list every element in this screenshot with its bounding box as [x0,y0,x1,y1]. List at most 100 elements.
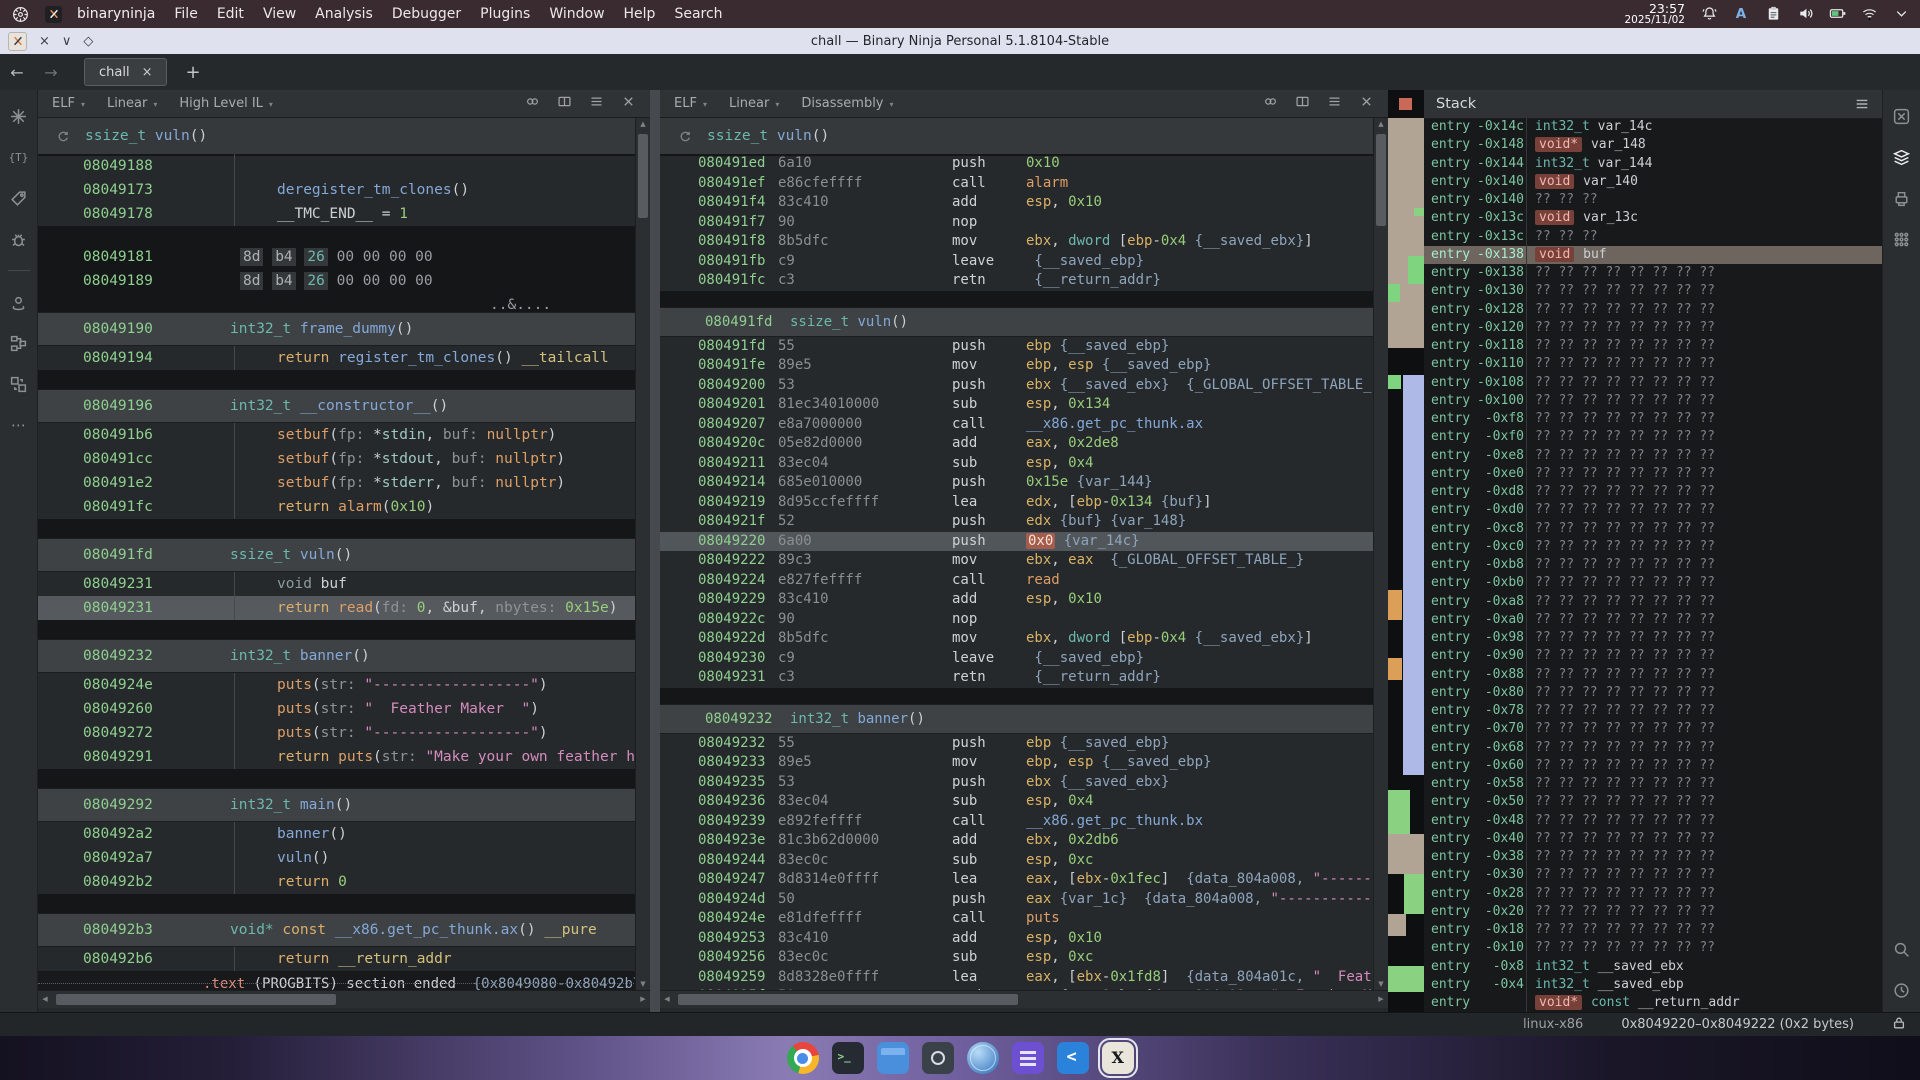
stack-row[interactable]: entry-0x38?? ?? ?? ?? ?? ?? ?? ?? [1424,848,1882,866]
disassembly-line[interactable]: 0804925383c410addesp, 0x10 [660,929,1374,949]
hlil-line[interactable]: 080491e2setbuf(fp: *stderr, buf: nullptr… [38,471,636,495]
stack-row[interactable]: entry-0x14cint32_t var_14c [1424,118,1882,136]
stack-row[interactable]: entry-0x88?? ?? ?? ?? ?? ?? ?? ?? [1424,666,1882,684]
dock-icon-screenshot[interactable] [922,1042,954,1074]
stack-row[interactable]: entry-0x138void buf [1424,246,1882,264]
stack-row[interactable]: entry-0x140?? ?? ?? [1424,191,1882,209]
disassembly-line[interactable]: 0804923e81c3b62d0000addebx, 0x2db6 [660,831,1374,851]
window-title-bar[interactable]: × ∨ ◇ chall — Binary Ninja Personal 5.1.… [0,28,1920,54]
disassembly-horizontal-scrollbar[interactable]: ◀▶ [660,990,1388,1008]
menu-item-view[interactable]: View [263,6,296,22]
hlil-line[interactable]: 08049272puts(str: "------------------") [38,721,636,745]
lock-icon[interactable] [1892,1016,1906,1034]
disassembly-line[interactable]: 0804921f52pushedx {buf} {var_148} [660,512,1374,532]
hlil-menu-elf[interactable]: ELF▾ [52,96,85,111]
battery-icon[interactable] [1828,5,1846,23]
stack-row[interactable]: entry-0x60?? ?? ?? ?? ?? ?? ?? ?? [1424,757,1882,775]
disassembly-line[interactable]: 080492198d95ccfeffffleaedx, [ebp-0x134 {… [660,493,1374,513]
stack-row[interactable]: entry-0x13cvoid var_13c [1424,209,1882,227]
disassembly-line[interactable]: 0804924d50pusheax {var_1c} {data_804a008… [660,890,1374,910]
stack-row[interactable]: entry-0x40?? ?? ?? ?? ?? ?? ?? ?? [1424,830,1882,848]
hlil-line[interactable]: 080492a7vuln() [38,846,636,870]
hlil-horizontal-scrollbar[interactable]: ◀▶ [38,990,650,1008]
memory-map-icon[interactable] [1892,188,1912,208]
stack-row[interactable]: entry-0x50?? ?? ?? ?? ?? ?? ?? ?? [1424,793,1882,811]
sitemap-icon[interactable] [9,333,29,353]
function-header-line[interactable]: 08049196int32_t __constructor__() [38,389,636,423]
app-menu-title[interactable]: binaryninja [77,6,155,22]
menu-item-search[interactable]: Search [674,6,722,22]
volume-icon[interactable] [1796,5,1814,23]
stack-row[interactable]: entry-0x110?? ?? ?? ?? ?? ?? ?? ?? [1424,355,1882,373]
stack-row[interactable]: entry-0x48?? ?? ?? ?? ?? ?? ?? ?? [1424,812,1882,830]
disasm-menu-disassembly[interactable]: Disassembly▾ [801,96,893,111]
tags-icon[interactable] [9,188,29,208]
close-icon[interactable] [621,94,636,113]
hlil-line[interactable]: 080492b6return __return_addr [38,947,636,971]
stack-row[interactable]: entry-0x138?? ?? ?? ?? ?? ?? ?? ?? [1424,264,1882,282]
stack-row[interactable]: entry-0xd0?? ?? ?? ?? ?? ?? ?? ?? [1424,501,1882,519]
close-icon[interactable] [1359,94,1374,113]
disassembly-line[interactable]: 0804922289c3movebx, eax {_GLOBAL_OFFSET_… [660,551,1374,571]
disassembly-line[interactable]: 0804920053pushebx {__saved_ebx} {_GLOBAL… [660,376,1374,396]
function-header-line[interactable]: 080491fdssize_t vuln() [38,538,636,572]
disassembly-line[interactable]: 08049231c3retn {__return_addr} [660,668,1374,688]
split-icon[interactable] [1295,94,1310,113]
disassembly-line[interactable]: 0804923389e5movebp, esp {__saved_ebp} [660,753,1374,773]
stack-row[interactable]: entry-0x118?? ?? ?? ?? ?? ?? ?? ?? [1424,337,1882,355]
stack-variable-list[interactable]: entry-0x14cint32_t var_14centry-0x148voi… [1424,118,1882,1012]
keyboard-layout-icon[interactable]: A [1732,5,1750,23]
disassembly-vertical-scrollbar[interactable]: ▲▼ [1373,118,1388,991]
history-icon[interactable] [1892,980,1912,1000]
disassembly-line[interactable]: 0804924ee81dfeffffcallputs [660,909,1374,929]
more-icon[interactable]: ⋯ [9,415,29,435]
stack-row[interactable]: entry-0x10?? ?? ?? ?? ?? ?? ?? ?? [1424,939,1882,957]
disassembly-line[interactable]: 080491fbc9leave {__saved_ebp} [660,252,1374,272]
disassembly-line[interactable]: 0804920c05e82d0000addeax, 0x2de8 [660,434,1374,454]
clipboard-icon[interactable] [1764,5,1782,23]
dock-icon-files[interactable] [877,1042,909,1074]
hlil-line[interactable]: 0804924eputs(str: "------------------") [38,673,636,697]
stack-row[interactable]: entry-0x8int32_t __saved_ebx [1424,958,1882,976]
disassembly-linear-view[interactable]: 080491ed6a10push0x10080491efe86cfeffffca… [660,154,1374,991]
dock-icon-x11[interactable] [1102,1042,1134,1074]
hlil-line[interactable]: 08049173deregister_tm_clones() [38,178,636,202]
hlil-line[interactable]: 08049178__TMC_END__ = 1 [38,202,636,226]
tab-chall[interactable]: chall × [84,58,167,86]
menu-item-window[interactable]: Window [549,6,604,22]
menu-item-debugger[interactable]: Debugger [392,6,461,22]
disassembly-line[interactable]: 080491fd55pushebp {__saved_ebp} [660,337,1374,357]
forward-button[interactable]: → [34,63,68,82]
stack-row[interactable]: entry-0xa8?? ?? ?? ?? ?? ?? ?? ?? [1424,593,1882,611]
stack-row[interactable]: entry-0xe0?? ?? ?? ?? ?? ?? ?? ?? [1424,465,1882,483]
stack-row[interactable]: entry-0x90?? ?? ?? ?? ?? ?? ?? ?? [1424,647,1882,665]
stack-row[interactable]: entry-0x128?? ?? ?? ?? ?? ?? ?? ?? [1424,301,1882,319]
stack-row[interactable]: entry-0xc8?? ?? ?? ?? ?? ?? ?? ?? [1424,520,1882,538]
byte-dump-line[interactable]: 080491898d b4 26 00 00 00 00..&.... [38,269,636,293]
notifications-bell-icon[interactable] [1700,5,1718,23]
stack-row[interactable]: entry-0xf8?? ?? ?? ?? ?? ?? ?? ?? [1424,410,1882,428]
stack-row[interactable]: entry-0x148void* var_148 [1424,136,1882,154]
hlil-vertical-scrollbar[interactable]: ▲▼ [635,118,650,991]
transform-icon[interactable] [9,374,29,394]
chevron-down-icon[interactable] [1892,5,1910,23]
disassembly-line[interactable]: 080491f88b5dfcmovebx, dword [ebp-0x4 {__… [660,232,1374,252]
system-start-icon[interactable] [10,4,30,24]
disassembly-line[interactable]: 08049239e892feffffcall__x86.get_pc_thunk… [660,812,1374,832]
disassembly-line[interactable]: 080491f790nop [660,213,1374,233]
stack-row[interactable]: entry-0x4int32_t __saved_ebp [1424,976,1882,994]
disassembly-line[interactable]: 08049224e827feffffcallread [660,571,1374,591]
window-maximize-icon[interactable]: ◇ [83,34,93,49]
hlil-line[interactable]: 08049231void buf [38,572,636,596]
disassembly-line[interactable]: 080492478d8314e0ffffleaeax, [ebx-0x1fec]… [660,870,1374,890]
disassembly-line[interactable]: 08049230c9leave {__saved_ebp} [660,649,1374,669]
stack-row[interactable]: entry-0xf0?? ?? ?? ?? ?? ?? ?? ?? [1424,428,1882,446]
hlil-line[interactable]: 080491fcreturn alarm(0x10) [38,495,636,519]
disassembly-line[interactable]: 0804925683ec0csubesp, 0xc [660,948,1374,968]
stack-row[interactable]: entry-0xa0?? ?? ?? ?? ?? ?? ?? ?? [1424,611,1882,629]
disassembly-line[interactable]: 0804921183ec04subesp, 0x4 [660,454,1374,474]
window-shade-icon[interactable]: ∨ [62,34,72,49]
hlil-line[interactable]: 080492a2banner() [38,822,636,846]
link-icon[interactable] [1263,94,1278,113]
disassembly-line[interactable]: 0804920181ec34010000subesp, 0x134 [660,395,1374,415]
